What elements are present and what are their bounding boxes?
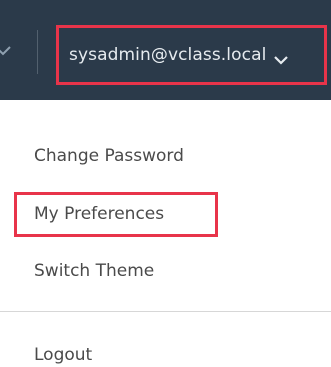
top-header-bar: sysadmin@vclass.local [0,0,331,100]
user-menu-label: sysadmin@vclass.local [69,45,267,65]
chevron-down-icon [274,50,289,65]
header-divider [37,30,38,74]
menu-item-logout[interactable]: Logout [34,345,92,365]
user-menu-button[interactable]: sysadmin@vclass.local [56,25,327,85]
menu-divider [0,311,331,312]
chevron-down-icon[interactable] [0,43,14,59]
menu-item-change-password[interactable]: Change Password [34,146,184,166]
menu-item-switch-theme[interactable]: Switch Theme [34,261,154,281]
my-preferences-highlight [14,192,218,237]
